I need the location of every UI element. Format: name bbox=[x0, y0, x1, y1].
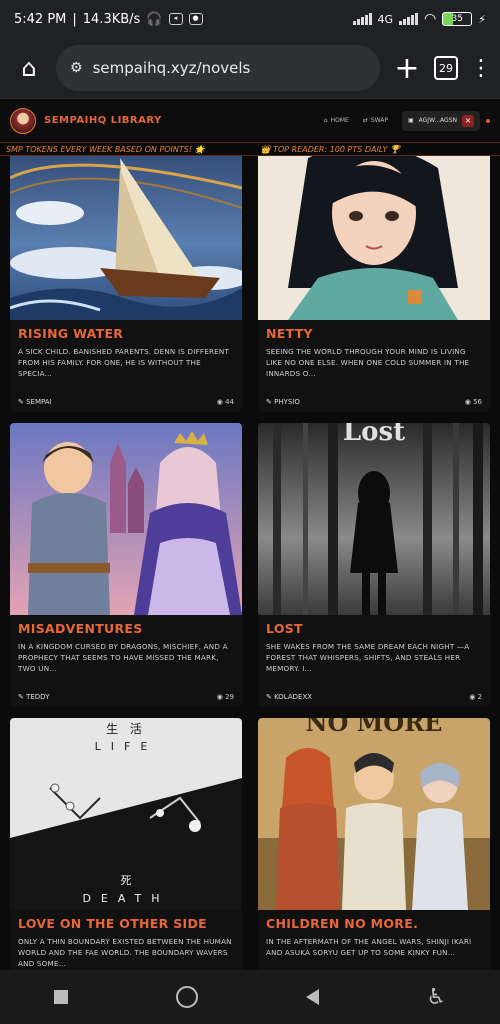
address-bar[interactable]: ⚙ sempaihq.xyz/novels bbox=[56, 45, 380, 91]
novel-card[interactable]: NETTY SEEING THE WORLD THROUGH YOUR MIND… bbox=[258, 128, 490, 412]
charging-icon: ⚡ bbox=[478, 12, 486, 26]
cover-life-word: LIFE bbox=[94, 740, 158, 753]
feather-icon: ✎ bbox=[266, 693, 275, 701]
novel-author: ✎ SEMPAI bbox=[18, 398, 52, 406]
notification-icon: ◂ bbox=[168, 13, 183, 25]
status-bar: 5:42 PM | 14.3KB/s 🎧 ◂ ● 4G ◠ 35 ⚡ bbox=[0, 0, 500, 38]
eye-icon: ◉ bbox=[216, 693, 226, 701]
signal-icon-2 bbox=[399, 13, 419, 25]
novel-card[interactable]: 生 活 LIFE 死 DEATH LOVE ON THE OTHER SIDE … bbox=[10, 718, 242, 970]
cover-title-lost: Lost bbox=[342, 423, 406, 447]
new-tab-icon[interactable]: + bbox=[392, 51, 422, 86]
eye-icon: ◉ bbox=[464, 398, 474, 406]
feather-icon: ✎ bbox=[18, 398, 27, 406]
novel-title[interactable]: LOST bbox=[266, 621, 482, 636]
more-menu-icon[interactable]: ⋮ bbox=[470, 56, 492, 81]
novel-title[interactable]: LOVE ON THE OTHER SIDE bbox=[18, 916, 234, 931]
url-text[interactable]: sempaihq.xyz/novels bbox=[93, 59, 251, 77]
network-type: 4G bbox=[377, 12, 394, 26]
status-dot bbox=[486, 118, 490, 123]
browser-toolbar: ⌂ ⚙ sempaihq.xyz/novels + 29 ⋮ bbox=[0, 38, 500, 98]
view-count: ◉ 29 bbox=[216, 693, 234, 701]
disconnect-button[interactable]: × bbox=[462, 114, 474, 127]
wallet-address: AGJW...AGSN bbox=[418, 117, 457, 124]
back-button[interactable] bbox=[305, 989, 319, 1005]
accessibility-icon[interactable]: ♿ bbox=[426, 985, 446, 1010]
announcement-ticker: SMP TOKENS EVERY WEEK BASED ON POINTS! 🌟… bbox=[0, 142, 500, 156]
swap-icon: ⇄ bbox=[362, 117, 368, 124]
novel-cover-image[interactable]: NO MORE bbox=[258, 718, 490, 910]
novel-card[interactable]: RISING WATER A SICK CHILD. BANISHED PARE… bbox=[10, 128, 242, 412]
novel-author: ✎ PHYSIO bbox=[266, 398, 300, 406]
recent-apps-button[interactable] bbox=[53, 990, 68, 1004]
cover-life-kanji: 生 活 bbox=[106, 722, 146, 736]
novel-card[interactable]: Lost LOST SHE WAKES FROM THE SAME DREAM … bbox=[258, 423, 490, 707]
nav-swap[interactable]: ⇄ SWAP bbox=[363, 117, 388, 124]
novel-author: ✎ TEDDY bbox=[18, 693, 50, 701]
novel-author: ✎ KOLADEXX bbox=[266, 693, 313, 701]
site-title[interactable]: SEMPAIHQ LIBRARY bbox=[44, 115, 162, 126]
site-settings-icon[interactable]: ⚙ bbox=[70, 60, 83, 76]
novel-title[interactable]: NETTY bbox=[266, 326, 482, 341]
novel-grid: RISING WATER A SICK CHILD. BANISHED PARE… bbox=[10, 128, 490, 970]
site-logo[interactable] bbox=[10, 107, 36, 134]
novel-description: ONLY A THIN BOUNDARY EXISTED BETWEEN THE… bbox=[18, 937, 232, 968]
battery-icon: 35 bbox=[442, 12, 473, 26]
system-nav-bar: ♿ bbox=[0, 970, 500, 1024]
feather-icon: ✎ bbox=[18, 693, 27, 701]
novel-description: SHE WAKES FROM THE SAME DREAM EACH NIGHT… bbox=[266, 642, 470, 673]
novel-card[interactable]: NO MORE CHILDREN NO MORE. IN THE AFTERMA… bbox=[258, 718, 490, 970]
home-button[interactable] bbox=[175, 986, 198, 1008]
headphones-icon: 🎧 bbox=[146, 11, 163, 27]
ticker-message: 👑 TOP READER: 100 PTS DAILY 🏆 bbox=[260, 144, 400, 154]
home-small-icon: ⌂ bbox=[323, 117, 328, 124]
site-nav: ⌂ HOME ⇄ SWAP ▣ AGJW...AGSN × bbox=[324, 110, 480, 131]
novel-cover-image[interactable] bbox=[258, 128, 490, 320]
wallet-chip[interactable]: ▣ AGJW...AGSN × bbox=[401, 110, 480, 131]
novel-cover-image[interactable] bbox=[10, 128, 242, 320]
tab-switcher-button[interactable]: 29 bbox=[434, 56, 458, 80]
eye-icon: ◉ bbox=[216, 398, 226, 406]
novel-cover-image[interactable]: Lost bbox=[258, 423, 490, 615]
wallet-icon: ▣ bbox=[407, 117, 414, 124]
novel-description: A SICK CHILD. BANISHED PARENTS. DENN IS … bbox=[18, 347, 230, 378]
view-count: ◉ 44 bbox=[216, 398, 234, 406]
clock: 5:42 PM bbox=[14, 11, 67, 27]
novel-description: SEEING THE WORLD THROUGH YOUR MIND IS LI… bbox=[266, 347, 470, 378]
novel-card[interactable]: MISADVENTURES IN A KINGDOM CURSED BY DRA… bbox=[10, 423, 242, 707]
novel-title[interactable]: RISING WATER bbox=[18, 326, 234, 341]
app-notification-icon: ● bbox=[188, 13, 203, 25]
view-count: ◉ 56 bbox=[464, 398, 482, 406]
view-count: ◉ 2 bbox=[469, 693, 482, 701]
home-icon[interactable]: ⌂ bbox=[14, 53, 44, 83]
wifi-icon: ◠ bbox=[424, 11, 437, 27]
novel-description: IN A KINGDOM CURSED BY DRAGONS, MISCHIEF… bbox=[18, 642, 228, 673]
novel-cover-image[interactable] bbox=[10, 423, 242, 615]
cover-death-word: DEATH bbox=[82, 892, 170, 905]
feather-icon: ✎ bbox=[266, 398, 275, 406]
novel-title[interactable]: CHILDREN NO MORE. bbox=[266, 916, 482, 931]
ticker-message: SMP TOKENS EVERY WEEK BASED ON POINTS! 🌟 bbox=[6, 144, 205, 154]
site-header: SEMPAIHQ LIBRARY ⌂ HOME ⇄ SWAP ▣ AGJW...AG… bbox=[0, 98, 500, 142]
eye-icon: ◉ bbox=[469, 693, 478, 701]
cover-death-kanji: 死 bbox=[120, 874, 132, 887]
novel-description: IN THE AFTERMATH OF THE ANGEL WARS, SHIN… bbox=[266, 937, 472, 957]
signal-icon bbox=[352, 13, 372, 25]
novel-cover-image[interactable]: 生 活 LIFE 死 DEATH bbox=[10, 718, 242, 910]
cover-title-nomore: NO MORE bbox=[305, 718, 443, 737]
nav-home[interactable]: ⌂ HOME bbox=[324, 117, 349, 124]
network-speed: 14.3KB/s bbox=[82, 11, 141, 27]
novel-title[interactable]: MISADVENTURES bbox=[18, 621, 234, 636]
